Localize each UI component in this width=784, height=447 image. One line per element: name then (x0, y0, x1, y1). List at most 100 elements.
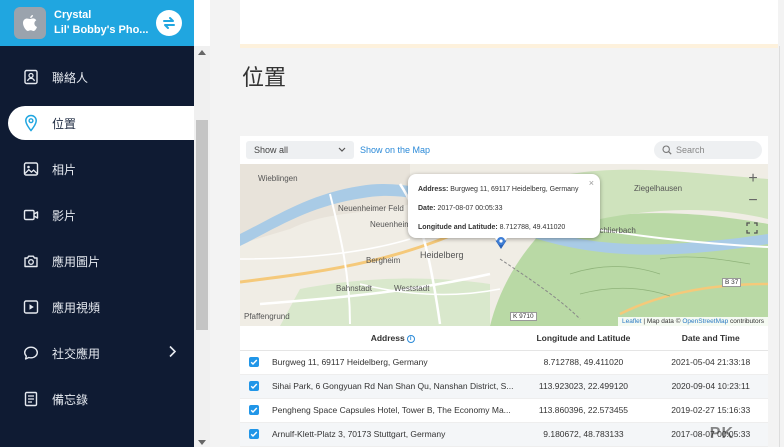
scrollbar-thumb[interactable] (196, 120, 208, 330)
sidebar-item-label: 位置 (52, 116, 77, 131)
filter-select-value: Show all (254, 145, 289, 155)
cell-coords: 113.923023, 22.499120 (513, 374, 654, 399)
map-marker-icon[interactable] (494, 236, 508, 250)
cell-coords: 113.860396, 22.573455 (513, 398, 654, 423)
osm-link[interactable]: OpenStreetMap (682, 318, 728, 325)
row-checkbox[interactable] (249, 356, 259, 367)
sidebar-item-app-photos[interactable]: 應用圖片 (0, 238, 194, 284)
device-model: Lil' Bobby's Pho... (54, 24, 149, 36)
popup-address: Burgweg 11, 69117 Heidelberg, Germany (450, 186, 579, 193)
checkmark-icon (250, 359, 258, 365)
map-place-label: Bergheim (366, 256, 401, 265)
map-place-label: Neuenheimer Feld (338, 204, 404, 213)
switch-device-button[interactable] (156, 10, 182, 36)
column-header-address[interactable]: Address i (268, 326, 514, 351)
filter-select[interactable]: Show all (246, 141, 354, 159)
photo-icon (22, 160, 40, 178)
leaflet-link[interactable]: Leaflet (622, 318, 642, 325)
info-icon[interactable]: i (406, 334, 415, 343)
column-header-date[interactable]: Date and Time (653, 326, 768, 351)
sidebar-item-notes[interactable]: 備忘錄 (0, 376, 194, 422)
map-road-label: K 9710 (510, 312, 537, 321)
sidebar-item-label: 相片 (52, 162, 77, 177)
map-place-label: Schlierbach (594, 226, 636, 235)
table-row[interactable]: Sihai Park, 6 Gongyuan Rd Nan Shan Qu, N… (240, 374, 768, 399)
table-row[interactable]: Burgweg 11, 69117 Heidelberg, Germany 8.… (240, 350, 768, 375)
sidebar-nav: 聯絡人 位置 相片 影片 應用圖片 應用視頻 社交應用 備忘錄 (0, 46, 194, 422)
chevron-down-icon (338, 145, 346, 155)
map-attribution: Leaflet | Map data © OpenStreetMap contr… (617, 317, 768, 326)
sidebar: Crystal Lil' Bobby's Pho... 聯絡人 位置 相片 影片… (0, 0, 194, 447)
row-checkbox[interactable] (249, 380, 259, 391)
table-row[interactable]: Arnulf-Klett-Platz 3, 70173 Stuttgart, G… (240, 422, 768, 447)
cell-date: 2019-02-27 15:16:33 (653, 398, 768, 423)
search-icon (662, 145, 672, 155)
popup-address-label: Address: (418, 186, 449, 193)
apple-logo-icon (14, 7, 46, 39)
page-title: 位置 (242, 65, 287, 90)
device-owner: Crystal (54, 9, 92, 21)
column-header-coords[interactable]: Longitude and Latitude (513, 326, 654, 351)
fullscreen-icon[interactable] (746, 222, 758, 237)
search-input[interactable]: Search (654, 141, 762, 159)
search-placeholder: Search (676, 145, 705, 155)
location-pin-icon (22, 114, 40, 132)
sidebar-item-label: 應用視頻 (52, 300, 101, 315)
sidebar-item-label: 備忘錄 (52, 392, 89, 407)
zoom-out-button[interactable]: − (744, 192, 762, 210)
table-row[interactable]: Pengheng Space Capsules Hotel, Tower B, … (240, 398, 768, 423)
watermark: PK (709, 425, 734, 442)
map-place-label: Bahnstadt (336, 284, 373, 293)
map-road-label: B 37 (722, 278, 742, 287)
sidebar-item-location[interactable]: 位置 (8, 106, 194, 140)
sidebar-item-label: 應用圖片 (52, 254, 101, 269)
popup-coords-label: Longitude and Latitude: (418, 224, 498, 231)
swap-icon (163, 17, 175, 29)
checkmark-icon (250, 383, 258, 389)
notice-banner (240, 0, 778, 48)
row-checkbox[interactable] (249, 428, 259, 439)
map-place-label: Neuenheim (370, 220, 411, 229)
sidebar-item-contacts[interactable]: 聯絡人 (0, 54, 194, 100)
toolbar: Show all Show on the Map Search (240, 136, 768, 164)
camera-icon (22, 252, 40, 270)
play-icon (22, 298, 40, 316)
map-place-label: Ziegelhausen (634, 184, 683, 193)
vertical-scrollbar[interactable] (194, 46, 210, 447)
map-place-label: Weststadt (394, 284, 430, 293)
scroll-up-icon[interactable] (198, 50, 206, 55)
table-header-row: Address i Longitude and Latitude Date and… (240, 326, 768, 351)
row-checkbox[interactable] (249, 404, 259, 415)
cell-coords: 9.180672, 48.783133 (513, 422, 654, 447)
chevron-right-icon (168, 345, 177, 361)
popup-coords: 8.712788, 49.411020 (499, 224, 566, 231)
cell-coords: 8.712788, 49.411020 (513, 350, 654, 375)
cell-address: Burgweg 11, 69117 Heidelberg, Germany (268, 350, 514, 375)
map-place-label: Wieblingen (258, 174, 298, 183)
cell-address: Sihai Park, 6 Gongyuan Rd Nan Shan Qu, N… (268, 374, 514, 399)
sidebar-item-photos[interactable]: 相片 (0, 146, 194, 192)
popup-date: 2017-08-07 00:05:33 (437, 205, 503, 212)
scroll-down-icon[interactable] (198, 440, 206, 445)
chat-icon (22, 344, 40, 362)
sidebar-item-app-videos[interactable]: 應用視頻 (0, 284, 194, 330)
sidebar-item-label: 影片 (52, 208, 77, 223)
checkmark-icon (250, 407, 258, 413)
map-view[interactable]: Wieblingen Neuenheimer Feld Neuenheim Be… (240, 164, 768, 326)
cell-date: 2021-05-04 21:33:18 (653, 350, 768, 375)
popup-date-label: Date: (418, 205, 436, 212)
zoom-controls: + − (744, 170, 762, 210)
zoom-in-button[interactable]: + (744, 170, 762, 188)
cell-address: Pengheng Space Capsules Hotel, Tower B, … (268, 398, 514, 423)
contacts-icon (22, 68, 40, 86)
map-place-label: Heidelberg (420, 250, 464, 260)
main-content: 位置 Show all Show on the Map Search Wiebl… (210, 0, 784, 447)
popup-close-button[interactable]: × (589, 174, 594, 193)
map-place-label: Pfaffengrund (244, 312, 290, 321)
location-panel: Show all Show on the Map Search Wiebling… (240, 136, 768, 447)
show-on-map-link[interactable]: Show on the Map (360, 145, 430, 155)
cell-address: Arnulf-Klett-Platz 3, 70173 Stuttgart, G… (268, 422, 514, 447)
sidebar-item-videos[interactable]: 影片 (0, 192, 194, 238)
map-popup: × Address: Burgweg 11, 69117 Heidelberg,… (408, 174, 600, 245)
sidebar-item-social-apps[interactable]: 社交應用 (0, 330, 194, 376)
